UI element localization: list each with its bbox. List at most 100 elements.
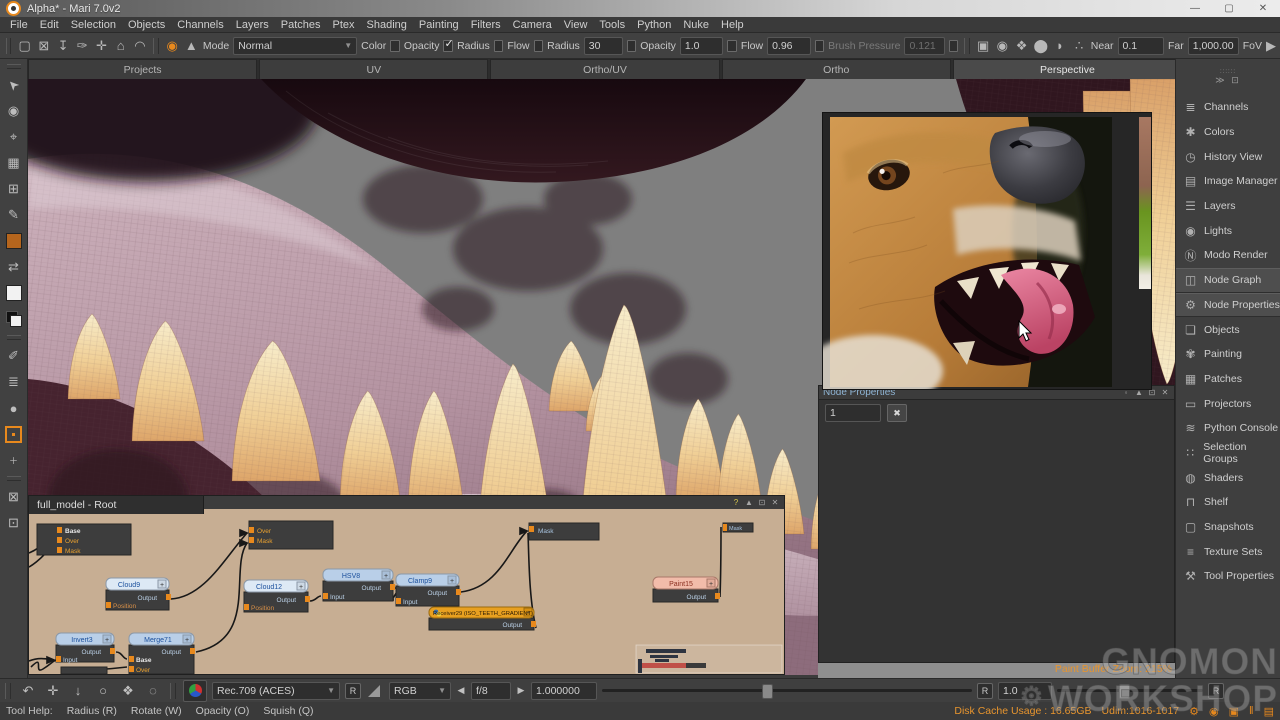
new-project-icon[interactable]: ▢ bbox=[17, 38, 32, 54]
exposure-field[interactable]: f/8 bbox=[471, 682, 511, 700]
palette-projectors[interactable]: ▭Projectors bbox=[1176, 391, 1280, 416]
eye-icon[interactable]: ◉ bbox=[995, 38, 1010, 54]
menu-tools[interactable]: Tools bbox=[593, 18, 631, 32]
node-merge71[interactable]: + Merge71 Output Base Over bbox=[129, 633, 195, 674]
next-image-sliver[interactable] bbox=[1139, 117, 1151, 289]
palette-channels[interactable]: ≣Channels bbox=[1176, 95, 1280, 120]
orbit-icon[interactable]: ❖ bbox=[118, 683, 138, 699]
symmetry-icon[interactable]: ❖ bbox=[1014, 38, 1029, 54]
radius-field[interactable]: 30 bbox=[584, 37, 623, 55]
menu-filters[interactable]: Filters bbox=[465, 18, 507, 32]
node-graph-canvas[interactable]: Base Over Mask Over Mask Mask Mask + Clo… bbox=[29, 509, 784, 674]
jitter-opacity-checkbox[interactable] bbox=[443, 40, 453, 52]
palette-python-console[interactable]: ≋Python Console bbox=[1176, 416, 1280, 441]
float-icon[interactable]: ⊡ bbox=[757, 498, 767, 507]
clone-tool[interactable]: ⊡ bbox=[3, 510, 25, 536]
jitter-radius-checkbox[interactable] bbox=[494, 40, 504, 52]
transform-icon[interactable]: ✛ bbox=[94, 38, 109, 54]
undo-icon[interactable]: ↶ bbox=[18, 683, 38, 699]
node-receiver29[interactable]: + Receiver29 (ISO_TEETH_GRADIENT) Output bbox=[429, 607, 536, 630]
node-index-field[interactable]: 1 bbox=[825, 404, 881, 422]
menu-camera[interactable]: Camera bbox=[507, 18, 558, 32]
frame-down-icon[interactable]: ↓ bbox=[68, 683, 88, 698]
tools-grip[interactable] bbox=[7, 64, 21, 69]
mirror-tool[interactable]: ⊠ bbox=[3, 484, 25, 510]
slice-tool[interactable]: ✎ bbox=[3, 202, 25, 228]
far-field[interactable]: 1,000.00 bbox=[1188, 37, 1239, 55]
node-graph-root-tab[interactable]: full_model - Root bbox=[29, 496, 204, 514]
expand-all-icon[interactable]: ≫ bbox=[1215, 75, 1226, 85]
menu-channels[interactable]: Channels bbox=[171, 18, 229, 32]
close-icon[interactable]: ✕ bbox=[1160, 388, 1170, 397]
tab-projects[interactable]: Projects bbox=[28, 59, 257, 79]
gamma-slider[interactable] bbox=[1057, 689, 1203, 692]
pan-icon[interactable]: ✛ bbox=[43, 683, 63, 699]
palette-layers[interactable]: ☰Layers bbox=[1176, 194, 1280, 219]
reset-gamma-button[interactable]: R bbox=[1208, 683, 1224, 699]
palette-texture-sets[interactable]: ≡Texture Sets bbox=[1176, 539, 1280, 564]
exposure-prev-icon[interactable]: ◀ bbox=[456, 685, 466, 696]
palette-node-graph[interactable]: ◫Node Graph bbox=[1176, 268, 1280, 293]
palette-shelf[interactable]: ⊓Shelf bbox=[1176, 490, 1280, 515]
image-manager-float[interactable] bbox=[822, 112, 1152, 390]
tab-perspective[interactable]: Perspective bbox=[953, 59, 1182, 79]
add-tool[interactable]: ＋ bbox=[3, 447, 25, 473]
gamma-slider-handle[interactable] bbox=[1119, 684, 1130, 699]
menu-layers[interactable]: Layers bbox=[230, 18, 275, 32]
gamma-field[interactable]: 1.0 bbox=[998, 682, 1052, 700]
minimize-button[interactable]: — bbox=[1178, 0, 1212, 17]
home-icon[interactable]: ⌂ bbox=[113, 38, 128, 53]
paint-tool[interactable]: ◉ bbox=[3, 98, 25, 124]
meter-bars-icon[interactable]: ‖ bbox=[1249, 705, 1254, 717]
node-cut-top-right[interactable]: Mask bbox=[723, 523, 753, 532]
node-mask[interactable]: Mask bbox=[529, 523, 599, 540]
background-color-swatch[interactable] bbox=[3, 280, 25, 306]
colorspace-dropdown[interactable]: Rec.709 (ACES) ▼ bbox=[212, 682, 340, 700]
palette-tool-properties[interactable]: ⚒Tool Properties bbox=[1176, 564, 1280, 589]
gain-slider-handle[interactable] bbox=[762, 684, 773, 699]
shade-icon[interactable]: ▲ bbox=[744, 498, 754, 507]
sphere-preview-tool[interactable]: ● bbox=[3, 395, 25, 421]
reference-image-dog[interactable] bbox=[823, 113, 1151, 389]
focus-circle-icon[interactable]: ◌ bbox=[143, 683, 163, 698]
clear-node-button[interactable]: ✖ bbox=[887, 404, 907, 422]
gain-slider[interactable] bbox=[602, 689, 972, 692]
opacity-field[interactable]: 1.0 bbox=[680, 37, 723, 55]
node-cloud9[interactable]: + Cloud9 Output Position bbox=[106, 578, 171, 610]
wireframe-cube-icon[interactable]: ▣ bbox=[976, 38, 991, 54]
channel-dropdown[interactable]: RGB ▼ bbox=[389, 682, 451, 700]
palette-colors[interactable]: ✱Colors bbox=[1176, 120, 1280, 145]
flow-field[interactable]: 0.96 bbox=[767, 37, 810, 55]
jitter-flow-checkbox[interactable] bbox=[534, 40, 544, 52]
menu-file[interactable]: File bbox=[4, 18, 34, 32]
mask-full-icon[interactable]: ⬤ bbox=[1033, 38, 1048, 54]
palette-shaders[interactable]: ◍Shaders bbox=[1176, 465, 1280, 490]
menu-selection[interactable]: Selection bbox=[65, 18, 122, 32]
viewer-toolbar-grip[interactable] bbox=[170, 683, 176, 699]
dock-icon[interactable]: ⊡ bbox=[1231, 75, 1241, 85]
paint-mode-icon[interactable]: ◉ bbox=[165, 38, 180, 54]
palette-objects[interactable]: ❏Objects bbox=[1176, 317, 1280, 342]
flow-enable-checkbox[interactable] bbox=[727, 40, 737, 52]
buffer-icon[interactable]: ▣ bbox=[1229, 705, 1239, 718]
tab-ortho-uv[interactable]: Ortho/UV bbox=[490, 59, 719, 79]
reset-gain-button[interactable]: R bbox=[977, 683, 993, 699]
exposure-next-icon[interactable]: ▶ bbox=[516, 685, 526, 696]
menu-python[interactable]: Python bbox=[631, 18, 677, 32]
pressure-enable-checkbox[interactable] bbox=[815, 40, 825, 52]
brush-pressure-field[interactable]: 0.121 bbox=[904, 37, 944, 55]
mask-half-icon[interactable]: ◗ bbox=[1052, 38, 1067, 53]
jitter-color-checkbox[interactable] bbox=[390, 40, 400, 52]
select-tool[interactable]: ➤ bbox=[3, 72, 25, 98]
node-group-base[interactable]: Base Over Mask bbox=[37, 524, 131, 555]
close-button[interactable]: ✕ bbox=[1246, 0, 1280, 17]
node-cloud12[interactable]: + Cloud12 Output Position bbox=[244, 580, 310, 612]
palette-modo-render[interactable]: ⓃModo Render bbox=[1176, 243, 1280, 268]
menu-nuke[interactable]: Nuke bbox=[677, 18, 715, 32]
near-field[interactable]: 0.1 bbox=[1118, 37, 1164, 55]
color-management-button[interactable] bbox=[183, 680, 207, 702]
close-project-icon[interactable]: ⊠ bbox=[36, 38, 51, 54]
tab-uv[interactable]: UV bbox=[259, 59, 488, 79]
node-clamp9[interactable]: + Clamp9 Output Input bbox=[396, 574, 461, 606]
toolbar-grip[interactable] bbox=[964, 38, 969, 54]
